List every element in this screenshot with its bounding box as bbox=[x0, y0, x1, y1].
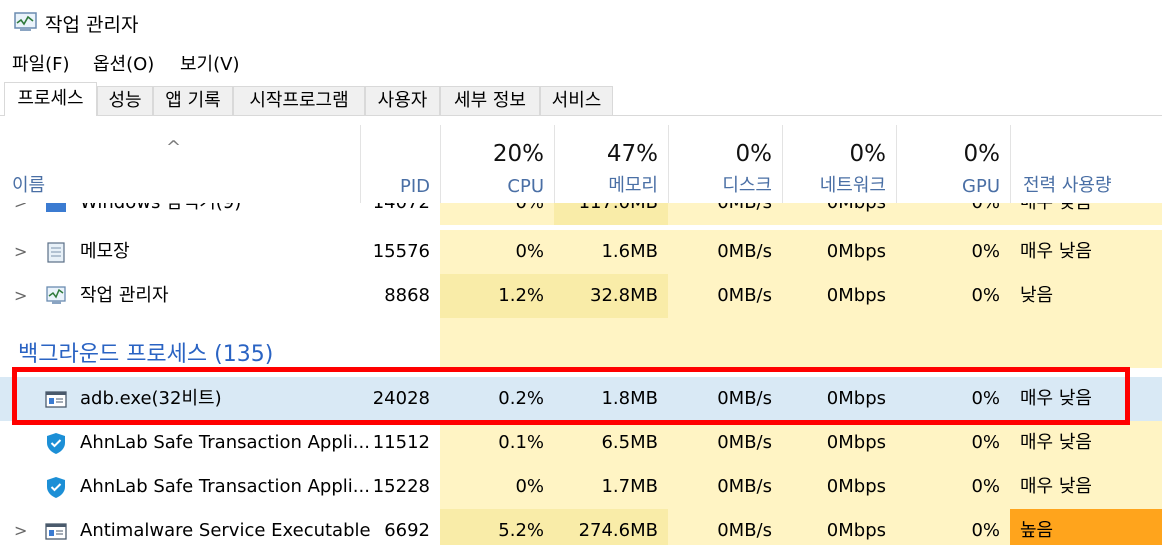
title-bar: 작업 관리자 bbox=[0, 0, 1162, 44]
group-title: 백그라운드 프로세스 (135) bbox=[18, 342, 274, 367]
chevron-right-icon[interactable]: > bbox=[14, 203, 27, 225]
table-row[interactable]: AhnLab Safe Transaction Appli... 15228 0… bbox=[0, 465, 1162, 509]
sort-ascending-icon: ^ bbox=[166, 137, 182, 158]
tab-performance[interactable]: 성능 bbox=[97, 86, 153, 115]
app-window-icon bbox=[45, 523, 67, 540]
header-name[interactable]: ^ 이름 bbox=[0, 125, 360, 203]
menu-bar: 파일(F) 옵션(O) 보기(V) bbox=[0, 48, 1162, 76]
header-memory[interactable]: 47% 메모리 bbox=[554, 125, 668, 203]
tab-users[interactable]: 사용자 bbox=[365, 86, 440, 115]
table-row-selected[interactable]: adb.exe(32비트) 24028 0.2% 1.8MB 0MB/s 0Mb… bbox=[0, 377, 1162, 421]
shield-icon bbox=[47, 477, 65, 498]
table-row[interactable]: AhnLab Safe Transaction Appli... 11512 0… bbox=[0, 421, 1162, 465]
column-header: ^ 이름 PID 20% CPU 47% 메모리 0% 디스크 0% 네트워크 … bbox=[0, 125, 1162, 203]
header-disk[interactable]: 0% 디스크 bbox=[668, 125, 782, 203]
menu-file[interactable]: 파일(F) bbox=[12, 50, 70, 76]
header-gpu[interactable]: 0% GPU bbox=[896, 125, 1010, 203]
process-list: > Windows 탐색기(9) 14072 0% 117.0MB 0MB/s … bbox=[0, 203, 1162, 545]
table-row[interactable]: > 작업 관리자 8868 1.2% 32.8MB 0MB/s 0Mbps 0%… bbox=[0, 274, 1162, 318]
table-row[interactable]: > 메모장 15576 0% 1.6MB 0MB/s 0Mbps 0% 매우 낮… bbox=[0, 230, 1162, 274]
task-manager-icon bbox=[46, 286, 66, 304]
tab-details[interactable]: 세부 정보 bbox=[440, 86, 540, 115]
tab-services[interactable]: 서비스 bbox=[540, 86, 613, 115]
header-network[interactable]: 0% 네트워크 bbox=[782, 125, 896, 203]
chevron-right-icon[interactable]: > bbox=[14, 230, 27, 274]
header-cpu[interactable]: 20% CPU bbox=[440, 125, 554, 203]
table-row[interactable]: > Antimalware Service Executable 6692 5.… bbox=[0, 509, 1162, 545]
header-pid[interactable]: PID bbox=[360, 125, 440, 203]
table-row[interactable]: > Windows 탐색기(9) 14072 0% 117.0MB 0MB/s … bbox=[0, 203, 1162, 225]
tab-divider bbox=[0, 115, 1162, 116]
chevron-right-icon[interactable]: > bbox=[14, 274, 27, 318]
tab-startup[interactable]: 시작프로그램 bbox=[233, 86, 365, 115]
shield-icon bbox=[47, 433, 65, 454]
menu-view[interactable]: 보기(V) bbox=[180, 50, 239, 76]
menu-options[interactable]: 옵션(O) bbox=[93, 50, 154, 76]
folder-icon bbox=[46, 203, 66, 212]
header-power-usage[interactable]: 전력 사용량 bbox=[1010, 125, 1162, 203]
tab-app-history[interactable]: 앱 기록 bbox=[153, 86, 233, 115]
task-manager-icon bbox=[14, 12, 37, 31]
chevron-right-icon[interactable]: > bbox=[14, 509, 27, 545]
app-window-icon bbox=[45, 391, 67, 408]
notepad-icon bbox=[47, 242, 65, 263]
tab-processes[interactable]: 프로세스 bbox=[4, 82, 97, 116]
window-title: 작업 관리자 bbox=[45, 14, 139, 36]
group-background-processes[interactable]: 백그라운드 프로세스 (135) bbox=[0, 318, 1162, 384]
